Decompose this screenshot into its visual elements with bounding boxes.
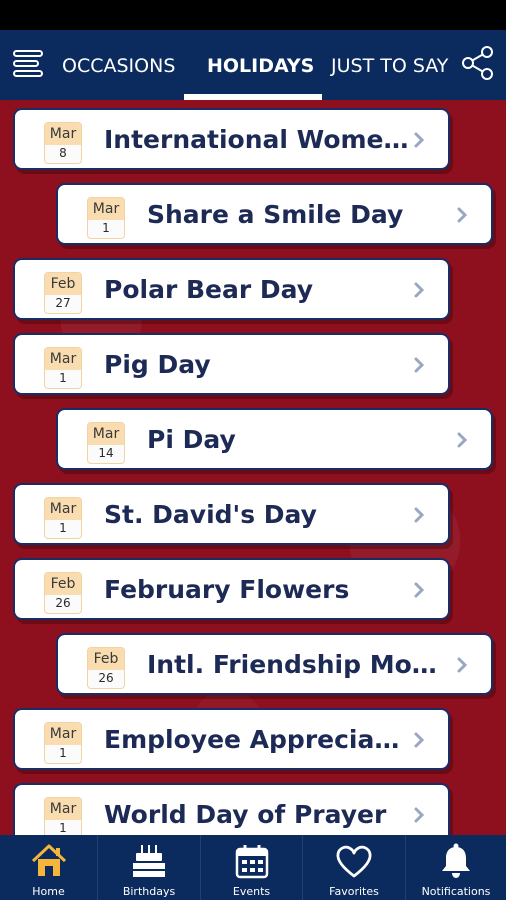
tab-occasions[interactable]: OCCASIONS <box>62 55 175 77</box>
chevron-right-icon <box>414 507 425 523</box>
chevron-right-icon <box>414 582 425 598</box>
nav-label: Home <box>32 885 65 898</box>
holiday-title: Polar Bear Day <box>104 275 314 304</box>
heart-icon <box>336 845 372 878</box>
holiday-card[interactable]: Mar 14 Pi Day <box>56 408 493 470</box>
holiday-card[interactable]: Mar 1 Pig Day <box>13 333 450 395</box>
date-month: Mar <box>45 723 81 745</box>
chevron-right-icon <box>414 132 425 148</box>
holiday-card[interactable]: Mar 1 Employee Appreciati... <box>13 708 450 770</box>
date-month: Mar <box>45 498 81 520</box>
date-day: 27 <box>55 296 71 310</box>
calendar-date-icon: Feb 26 <box>45 573 81 613</box>
holiday-title: International Women... <box>104 125 409 154</box>
share-icon[interactable] <box>459 44 497 82</box>
holiday-title: Pi Day <box>147 425 236 454</box>
date-month: Mar <box>88 423 124 445</box>
nav-birthdays[interactable]: Birthdays <box>98 835 201 900</box>
home-icon <box>31 844 66 876</box>
tab-holidays[interactable]: HOLIDAYS <box>207 55 314 77</box>
status-bar <box>0 0 506 30</box>
holiday-title: Pig Day <box>104 350 211 379</box>
nav-events[interactable]: Events <box>201 835 303 900</box>
calendar-date-icon: Mar 8 <box>45 123 81 163</box>
holiday-title: Intl. Friendship Month <box>147 650 452 679</box>
nav-favorites[interactable]: Favorites <box>303 835 406 900</box>
date-day: 26 <box>55 596 71 610</box>
holiday-card[interactable]: Mar 8 International Women... <box>13 108 450 170</box>
chevron-right-icon <box>414 282 425 298</box>
chevron-right-icon <box>457 432 468 448</box>
date-day: 1 <box>59 521 67 535</box>
holiday-title: Employee Appreciati... <box>104 725 409 754</box>
bottom-navigation-bar: Home Birthdays Events Favorites Notifica… <box>0 835 506 900</box>
holiday-card[interactable]: Feb 27 Polar Bear Day <box>13 258 450 320</box>
holiday-title: St. David's Day <box>104 500 317 529</box>
calendar-date-icon: Mar 1 <box>45 348 81 388</box>
nav-label: Birthdays <box>122 885 176 898</box>
calendar-date-icon: Mar 1 <box>45 723 81 763</box>
calendar-date-icon: Mar 1 <box>45 798 81 835</box>
holiday-card[interactable]: Mar 1 Share a Smile Day <box>56 183 493 245</box>
date-day: 1 <box>102 221 110 235</box>
tab-just-to-say[interactable]: JUST TO SAY <box>331 55 448 77</box>
date-month: Mar <box>45 348 81 370</box>
calendar-date-icon: Mar 1 <box>45 498 81 538</box>
calendar-date-icon: Feb 27 <box>45 273 81 313</box>
holiday-title: World Day of Prayer <box>104 800 387 829</box>
calendar-date-icon: Mar 1 <box>88 198 124 238</box>
hamburger-menu-icon[interactable] <box>12 47 46 81</box>
holiday-title: Share a Smile Day <box>147 200 404 229</box>
bell-icon <box>442 843 470 878</box>
date-month: Mar <box>88 198 124 220</box>
nav-notifications[interactable]: Notifications <box>406 835 506 900</box>
date-day: 8 <box>59 146 67 160</box>
calendar-date-icon: Mar 14 <box>88 423 124 463</box>
holiday-title: February Flowers <box>104 575 350 604</box>
calendar-icon <box>235 845 268 879</box>
chevron-right-icon <box>414 357 425 373</box>
calendar-date-icon: Feb 26 <box>88 648 124 688</box>
nav-label: Favorites <box>329 885 379 898</box>
date-day: 1 <box>59 746 67 760</box>
chevron-right-icon <box>457 657 468 673</box>
holiday-card[interactable]: Mar 1 St. David's Day <box>13 483 450 545</box>
holiday-card[interactable]: Mar 1 World Day of Prayer <box>13 783 450 835</box>
birthday-cake-icon <box>133 845 165 877</box>
holiday-card[interactable]: Feb 26 February Flowers <box>13 558 450 620</box>
date-month: Mar <box>45 798 81 820</box>
chevron-right-icon <box>414 807 425 823</box>
nav-label: Events <box>232 885 271 898</box>
date-day: 26 <box>98 671 114 685</box>
date-day: 14 <box>98 446 114 460</box>
nav-home[interactable]: Home <box>0 835 98 900</box>
top-navigation-bar: OCCASIONS HOLIDAYS JUST TO SAY <box>0 30 506 100</box>
date-month: Feb <box>88 648 124 670</box>
date-month: Feb <box>45 273 81 295</box>
date-day: 1 <box>59 821 67 835</box>
chevron-right-icon <box>457 207 468 223</box>
date-day: 1 <box>59 371 67 385</box>
chevron-right-icon <box>414 732 425 748</box>
nav-label: Notifications <box>421 885 491 898</box>
holiday-card[interactable]: Feb 26 Intl. Friendship Month <box>56 633 493 695</box>
date-month: Mar <box>45 123 81 145</box>
holiday-list[interactable]: Mar 8 International Women... Mar 1 Share… <box>0 100 506 835</box>
date-month: Feb <box>45 573 81 595</box>
